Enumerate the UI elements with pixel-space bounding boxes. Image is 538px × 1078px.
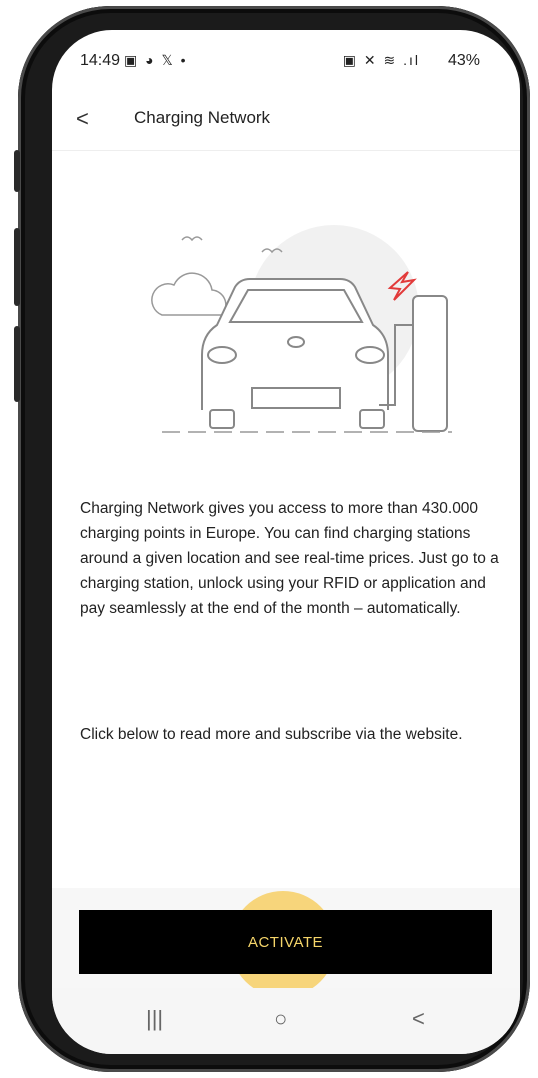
top-bar: < Charging Network — [52, 100, 520, 151]
instruction-text: Click below to read more and subscribe v… — [80, 726, 463, 743]
screen: 14:49 ▣ ◕ 𝕏 • ▣ ✕ ≋ .ıl 43% < Charging N… — [52, 30, 520, 1054]
navigation-bar: ||| ○ < — [52, 988, 520, 1054]
back-button[interactable]: < — [76, 106, 89, 132]
system-icons: ▣ ✕ ≋ .ıl — [342, 52, 420, 68]
recent-apps-button[interactable]: ||| — [146, 1006, 163, 1032]
activate-button[interactable]: ACTIVATE — [79, 910, 492, 974]
charging-illustration — [151, 225, 452, 433]
activate-label: ACTIVATE — [247, 933, 324, 951]
volume-button — [14, 150, 20, 192]
status-bar: 14:49 ▣ ◕ 𝕏 • ▣ ✕ ≋ .ıl 43% — [52, 50, 520, 78]
volume-button — [14, 228, 20, 306]
power-button — [14, 326, 20, 402]
status-time: 14:49 — [80, 52, 121, 69]
description-text: Charging Network gives you access to mor… — [80, 500, 499, 617]
back-nav-button[interactable]: < — [412, 1006, 425, 1032]
notification-icons: ▣ ◕ 𝕏 • — [124, 52, 188, 68]
home-button[interactable]: ○ — [274, 1006, 287, 1032]
battery-level: 43% — [447, 52, 480, 69]
page-title: Charging Network — [134, 108, 271, 127]
